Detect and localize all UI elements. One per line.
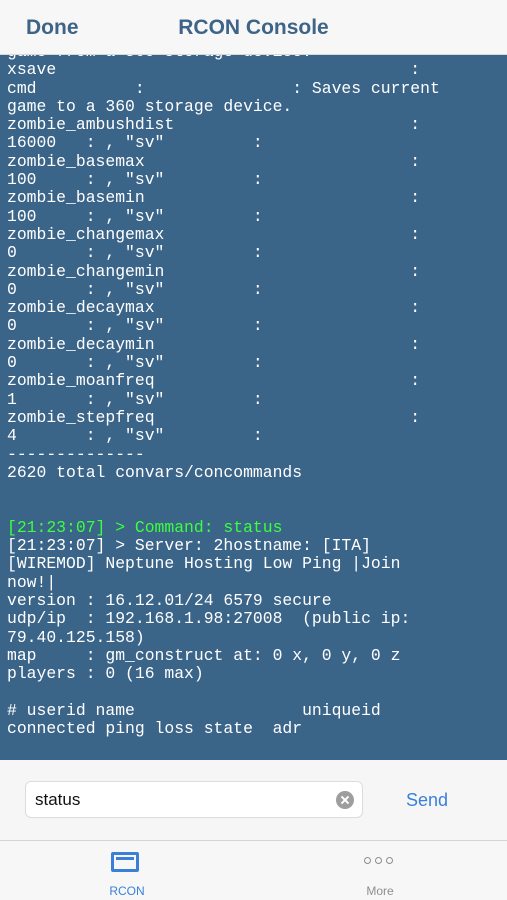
console-line: 1 : , "sv" : <box>7 389 263 409</box>
console-line: map : gm_construct at: 0 x, 0 y, 0 z <box>7 645 401 665</box>
console-line: zombie_changemin : <box>7 261 421 281</box>
console-line: now!| <box>7 572 57 592</box>
console-line: zombie_changemax : <box>7 224 421 244</box>
console-line: game to a 360 storage device. <box>7 96 293 116</box>
console-line: xsave : <box>7 60 421 80</box>
console-line: cmd : : Saves current <box>7 78 440 98</box>
tab-rcon-label: RCON <box>109 884 145 898</box>
clear-icon[interactable] <box>336 791 354 809</box>
console-line: [21:23:07] > Command: status <box>7 517 283 537</box>
console-line: udp/ip : 192.168.1.98:27008 (public ip: <box>7 609 411 629</box>
console-line: 100 : , "sv" : <box>7 170 263 190</box>
tab-more-label: More <box>366 884 394 898</box>
console-line: zombie_stepfreq : <box>7 407 421 427</box>
console-line: 79.40.125.158) <box>7 627 145 647</box>
console-line: 100 : , "sv" : <box>7 206 263 226</box>
console-line: 0 : , "sv" : <box>7 243 263 263</box>
console-output[interactable]: game from a 360 storage device.xsave :cm… <box>0 55 507 760</box>
console-line: zombie_decaymin : <box>7 334 421 354</box>
command-input-value[interactable]: status <box>35 790 80 810</box>
console-line: zombie_decaymax : <box>7 298 421 318</box>
console-line: zombie_ambushdist : <box>7 115 421 135</box>
tab-rcon[interactable]: RCON <box>67 841 187 900</box>
console-line: 0 : , "sv" : <box>7 353 263 373</box>
console-lines: game from a 360 storage device.xsave :cm… <box>7 55 507 738</box>
console-line: -------------- <box>7 444 145 464</box>
tab-bar: RCON More <box>0 841 507 900</box>
console-line: 0 : , "sv" : <box>7 279 263 299</box>
console-line: [21:23:07] > Server: 2hostname: [ITA] <box>7 536 371 556</box>
send-button[interactable]: Send <box>406 790 448 811</box>
console-line: 2620 total convars/concommands <box>7 462 303 482</box>
console-line: version : 16.12.01/24 6579 secure <box>7 590 332 610</box>
command-input-area: status Send <box>0 760 507 841</box>
console-line: # userid name uniqueid <box>7 700 381 720</box>
tab-more[interactable]: More <box>320 841 440 900</box>
navigation-bar: Done RCON Console <box>0 0 507 55</box>
console-line: connected ping loss state adr <box>7 718 303 738</box>
console-line: 16000 : , "sv" : <box>7 133 263 153</box>
console-line: zombie_basemin : <box>7 188 421 208</box>
console-line: players : 0 (16 max) <box>7 664 204 684</box>
console-line: zombie_moanfreq : <box>7 371 421 391</box>
more-dots-icon <box>364 857 396 865</box>
console-line: [WIREMOD] Neptune Hosting Low Ping |Join <box>7 554 401 574</box>
console-line: zombie_basemax : <box>7 151 421 171</box>
console-line: 0 : , "sv" : <box>7 316 263 336</box>
page-title: RCON Console <box>178 16 329 39</box>
screen-icon <box>111 852 139 872</box>
console-line: 4 : , "sv" : <box>7 426 263 446</box>
command-input[interactable]: status <box>25 781 363 818</box>
